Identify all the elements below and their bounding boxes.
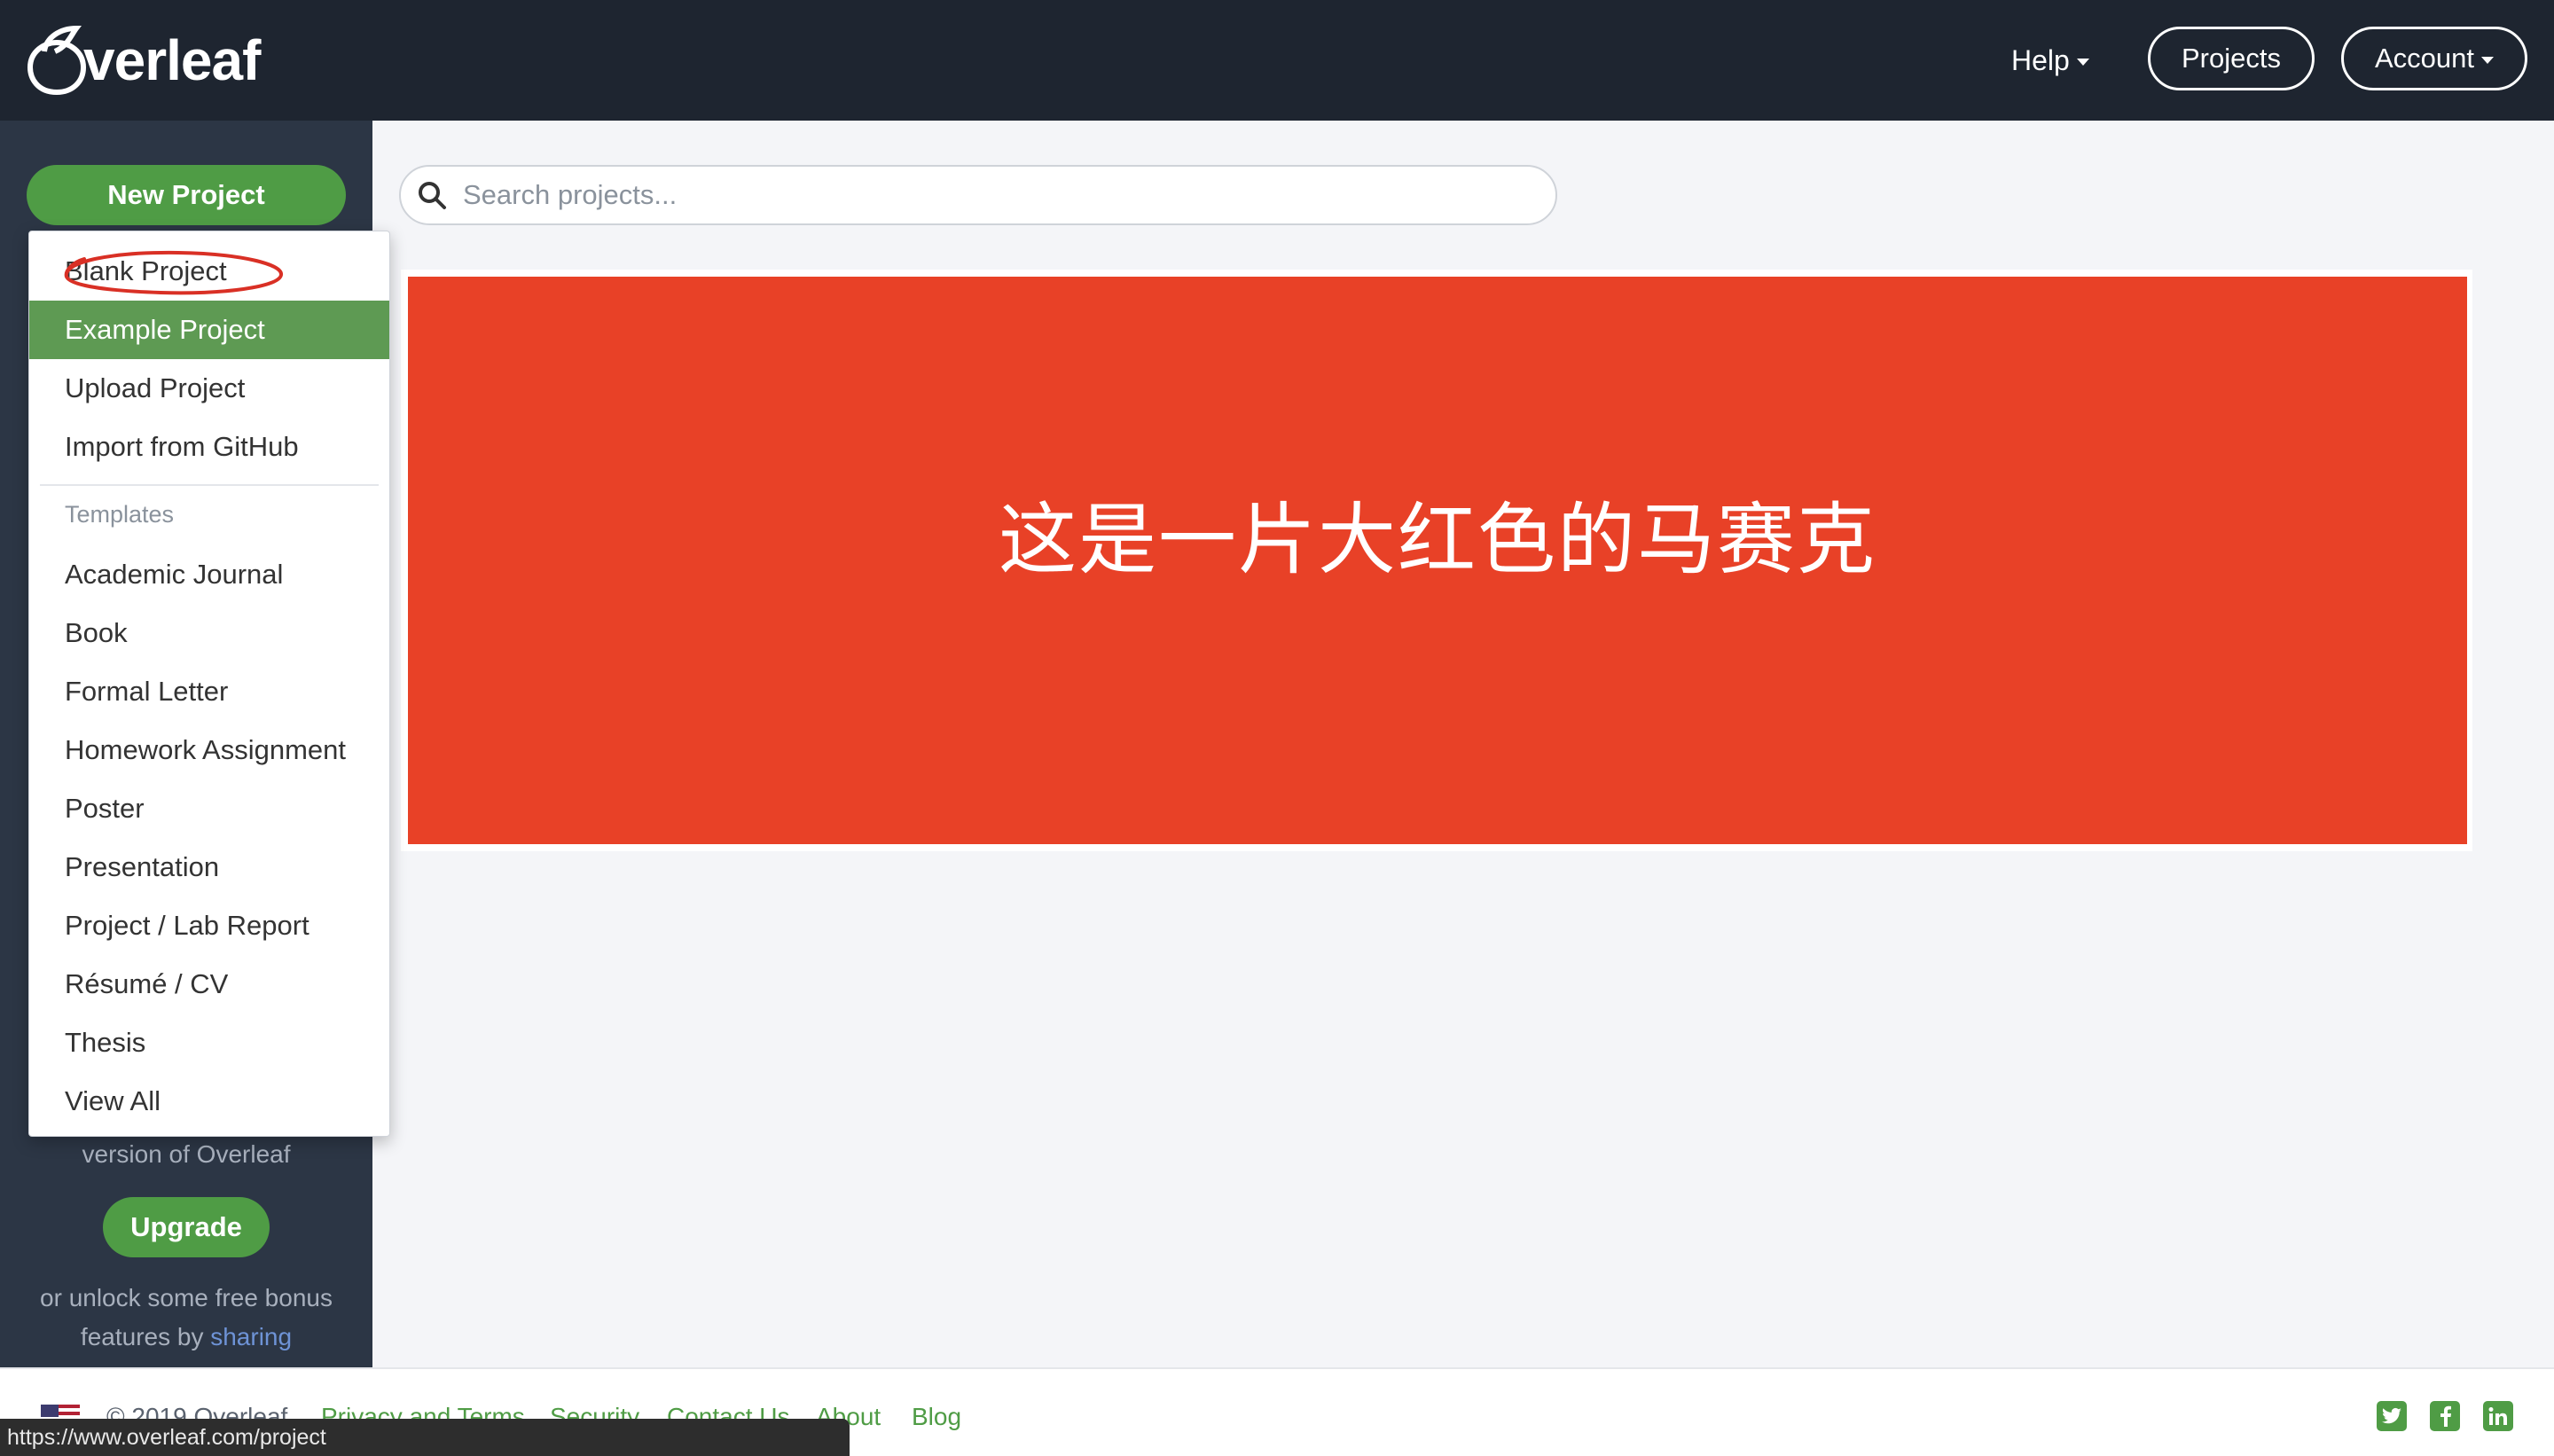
help-label: Help — [2011, 44, 2070, 76]
overleaf-leaf-icon — [27, 25, 87, 96]
new-project-label: New Project — [107, 179, 265, 210]
caret-down-icon — [2076, 59, 2089, 66]
template-item-resume-cv[interactable]: Résumé / CV — [29, 955, 389, 1014]
linkedin-in-glyph — [2488, 1407, 2507, 1425]
template-item-presentation[interactable]: Presentation — [29, 838, 389, 896]
dropdown-item-label: Blank Project — [65, 255, 227, 286]
browser-status-url: https://www.overleaf.com/project — [0, 1419, 850, 1456]
overleaf-logo[interactable]: verleaf — [25, 20, 261, 101]
account-menu-button[interactable]: Account — [2341, 27, 2527, 90]
dropdown-item-import-github[interactable]: Import from GitHub — [29, 418, 389, 476]
template-item-view-all[interactable]: View All — [29, 1072, 389, 1131]
template-item-academic-journal[interactable]: Academic Journal — [29, 545, 389, 604]
template-item-label: Résumé / CV — [65, 968, 229, 999]
template-item-thesis[interactable]: Thesis — [29, 1014, 389, 1072]
top-navbar: verleaf Help Projects Account — [0, 0, 2554, 121]
facebook-f-glyph — [2440, 1405, 2451, 1427]
account-label: Account — [2374, 43, 2474, 74]
dropdown-divider — [40, 484, 379, 486]
logo-text: verleaf — [83, 28, 261, 92]
search-icon — [419, 182, 446, 209]
dropdown-item-label: Import from GitHub — [65, 431, 299, 462]
template-item-label: View All — [65, 1085, 161, 1116]
bonus-text-line2: features by sharing — [0, 1318, 372, 1357]
template-item-formal-letter[interactable]: Formal Letter — [29, 662, 389, 721]
template-item-project-lab-report[interactable]: Project / Lab Report — [29, 896, 389, 955]
upgrade-label: Upgrade — [130, 1211, 242, 1242]
bonus-text-line1: or unlock some free bonus — [40, 1284, 333, 1311]
bonus-text-prefix: features by — [80, 1323, 211, 1350]
templates-header: Templates — [65, 501, 175, 528]
template-item-label: Project / Lab Report — [65, 910, 309, 941]
template-item-poster[interactable]: Poster — [29, 779, 389, 838]
template-item-label: Formal Letter — [65, 676, 229, 707]
help-menu[interactable]: Help — [2011, 35, 2089, 85]
twitter-bird-glyph — [2382, 1407, 2401, 1424]
template-item-label: Poster — [65, 793, 145, 824]
dropdown-item-example-project[interactable]: Example Project — [29, 301, 389, 359]
template-item-label: Presentation — [65, 851, 220, 882]
mosaic-caption: 这是一片大红色的马赛克 — [998, 494, 1876, 585]
dropdown-item-label: Example Project — [65, 314, 265, 345]
template-item-book[interactable]: Book — [29, 604, 389, 662]
sharing-link[interactable]: sharing — [210, 1323, 292, 1350]
new-project-button[interactable]: New Project — [27, 165, 346, 225]
dropdown-item-label: Upload Project — [65, 372, 246, 403]
sidebar-version-text: version of Overleaf — [82, 1140, 291, 1168]
dropdown-item-upload-project[interactable]: Upload Project — [29, 359, 389, 418]
template-item-homework-assignment[interactable]: Homework Assignment — [29, 721, 389, 779]
dropdown-item-blank-project[interactable]: Blank Project — [29, 242, 389, 301]
twitter-icon[interactable] — [2377, 1401, 2407, 1431]
projects-button[interactable]: Projects — [2148, 27, 2315, 90]
upgrade-button[interactable]: Upgrade — [103, 1197, 270, 1257]
template-item-label: Book — [65, 617, 128, 648]
footer-link-blog[interactable]: Blog — [912, 1399, 961, 1435]
new-project-dropdown: Blank Project Example Project Upload Pro… — [28, 231, 390, 1137]
template-item-label: Homework Assignment — [65, 734, 347, 765]
template-item-label: Academic Journal — [65, 559, 284, 590]
linkedin-icon[interactable] — [2483, 1401, 2513, 1431]
caret-down-icon — [2481, 57, 2494, 64]
search-bar[interactable] — [399, 165, 1557, 225]
search-input[interactable] — [461, 178, 1529, 212]
projects-label: Projects — [2182, 43, 2281, 74]
redacted-mosaic-panel: 这是一片大红色的马赛克 — [408, 277, 2467, 844]
template-item-label: Thesis — [65, 1027, 146, 1058]
facebook-icon[interactable] — [2430, 1401, 2460, 1431]
